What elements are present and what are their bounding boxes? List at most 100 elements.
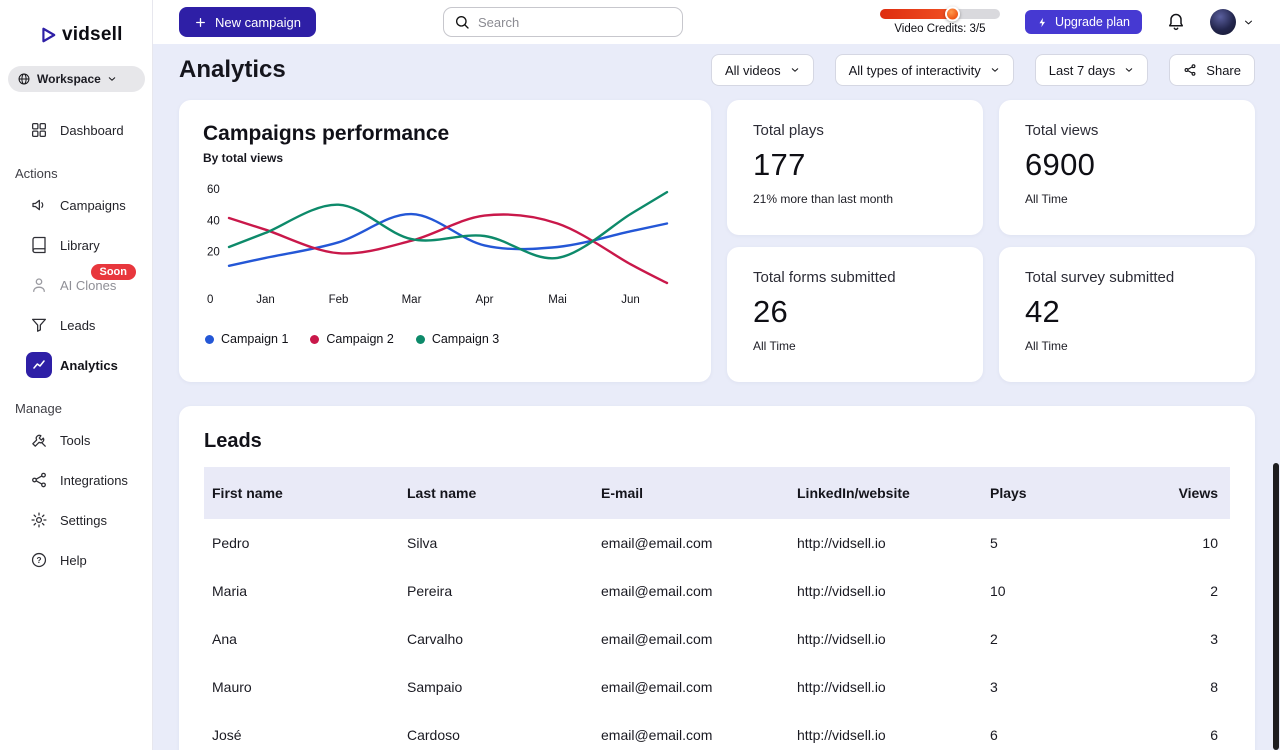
sidebar-item-tools[interactable]: Tools [0,420,152,460]
sidebar-item-analytics[interactable]: Analytics [0,345,152,385]
leads-icon [26,312,52,338]
sidebar-item-integrations[interactable]: Integrations [0,460,152,500]
stat-value: 6900 [1025,147,1096,182]
filter-date-range[interactable]: Last 7 days [1034,54,1149,86]
credits-label: Video Credits: 3/5 [894,23,986,35]
table-row: José Cardoso email@email.com http://vids… [204,711,1230,750]
workspace-switcher[interactable]: Workspace [8,66,145,92]
chevron-down-icon [107,74,117,84]
brand-name: vidsell [62,24,123,45]
svg-text:Jun: Jun [621,294,640,306]
column-header: First name [212,485,283,501]
stat-value: 42 [1025,294,1061,329]
plus-icon [194,16,207,29]
filters-bar: All videos All types of interactivity La… [710,54,1255,86]
cell-last-name: Cardoso [407,727,460,743]
sidebar-item-campaigns[interactable]: Campaigns [0,185,152,225]
sidebar-item-ai-clones[interactable]: AI Clones Soon [0,264,152,305]
campaigns-performance-card: Campaigns performance By total views 0 20… [179,100,711,382]
filter-interactivity[interactable]: All types of interactivity [834,54,1014,86]
chevron-down-icon [790,65,800,75]
svg-text:Apr: Apr [476,294,494,306]
stat-title: Total forms submitted [753,269,896,286]
upgrade-plan-label: Upgrade plan [1054,15,1130,29]
sidebar-item-label: Tools [60,432,91,448]
video-credits: Video Credits: 3/5 [879,6,1001,35]
campaigns-icon [26,192,52,218]
svg-text:Feb: Feb [329,294,349,306]
scrollbar-thumb[interactable] [1273,463,1279,750]
integrations-icon [26,467,52,493]
share-button[interactable]: Share [1169,54,1255,86]
leads-card: Leads First name Last name E-mail Linked… [179,406,1255,750]
leads-table-header: First name Last name E-mail LinkedIn/web… [204,467,1230,519]
stat-total-surveys: Total survey submitted 42 All Time [999,247,1255,382]
cell-first-name: Mauro [212,679,252,695]
svg-text:40: 40 [207,215,220,227]
vidsell-logo[interactable]: vidsell [38,24,152,46]
cell-views: 3 [1210,631,1218,647]
sidebar-item-label: Help [60,552,87,568]
table-row: Ana Carvalho email@email.com http://vids… [204,615,1230,663]
column-header: E-mail [601,485,644,501]
chart-area: 0 20 40 60 Jan Feb Mar Apr Mai Jun [203,179,687,314]
column-header: Views [1178,485,1218,501]
notifications-bell-icon[interactable] [1166,12,1186,32]
workspace-label: Workspace [37,72,101,86]
page-title: Analytics [179,56,286,83]
chevron-down-icon [1124,65,1134,75]
cell-website: http://vidsell.io [797,727,886,743]
filter-all-videos[interactable]: All videos [710,54,814,86]
svg-text:?: ? [36,556,41,565]
chevron-down-icon [990,65,1000,75]
stat-title: Total survey submitted [1025,269,1175,286]
chart-title: Campaigns performance [203,122,450,145]
content-area: Analytics All videos All types of intera… [153,44,1280,750]
column-header: Last name [407,485,477,501]
line-chart: 0 20 40 60 Jan Feb Mar Apr Mai Jun [207,184,669,306]
sidebar-item-settings[interactable]: Settings [0,500,152,540]
sidebar-item-label: Settings [60,512,107,528]
stat-total-views: Total views 6900 All Time [999,100,1255,235]
sidebar-item-dashboard[interactable]: Dashboard [0,110,152,150]
svg-text:Mar: Mar [402,294,422,306]
help-icon: ? [26,547,52,573]
new-campaign-button[interactable]: New campaign [179,7,316,37]
legend-dot [415,334,425,344]
share-icon [1183,63,1197,77]
cell-website: http://vidsell.io [797,679,886,695]
sidebar-item-help[interactable]: ? Help [0,540,152,580]
cell-last-name: Sampaio [407,679,463,695]
sidebar-item-label: Library [60,237,100,253]
cell-website: http://vidsell.io [797,535,886,551]
cell-email: email@email.com [601,583,713,599]
upgrade-plan-button[interactable]: Upgrade plan [1024,10,1142,34]
legend-item: Campaign 3 [415,332,499,346]
svg-text:Jan: Jan [256,294,275,306]
new-campaign-label: New campaign [215,14,301,30]
search-box [443,7,683,37]
sidebar-item-leads[interactable]: Leads [0,305,152,345]
search-input[interactable] [478,14,672,30]
sidebar-section-actions: Actions [15,166,58,181]
stat-title: Total views [1025,122,1099,139]
cell-website: http://vidsell.io [797,583,886,599]
cell-last-name: Pereira [407,583,453,599]
tools-icon [26,427,52,453]
sidebar-item-library[interactable]: Library [0,225,152,265]
user-menu[interactable] [1210,9,1254,35]
filter-interactivity-label: All types of interactivity [848,62,981,78]
settings-icon [26,507,52,533]
share-button-label: Share [1206,62,1241,78]
legend-item: Campaign 2 [310,332,394,346]
stats-grid: Total plays 177 21% more than last month… [727,100,1255,382]
cell-plays: 2 [990,631,998,647]
stat-note: All Time [1025,192,1068,206]
topbar-right: Video Credits: 3/5 Upgrade plan [879,6,1254,35]
cell-plays: 10 [990,583,1006,599]
top-bar: New campaign Video Credits: 3/5 [153,0,1280,44]
analytics-icon [26,352,52,378]
cell-views: 2 [1210,583,1218,599]
lightning-icon [1037,17,1048,28]
table-row: Mauro Sampaio email@email.com http://vid… [204,663,1230,711]
